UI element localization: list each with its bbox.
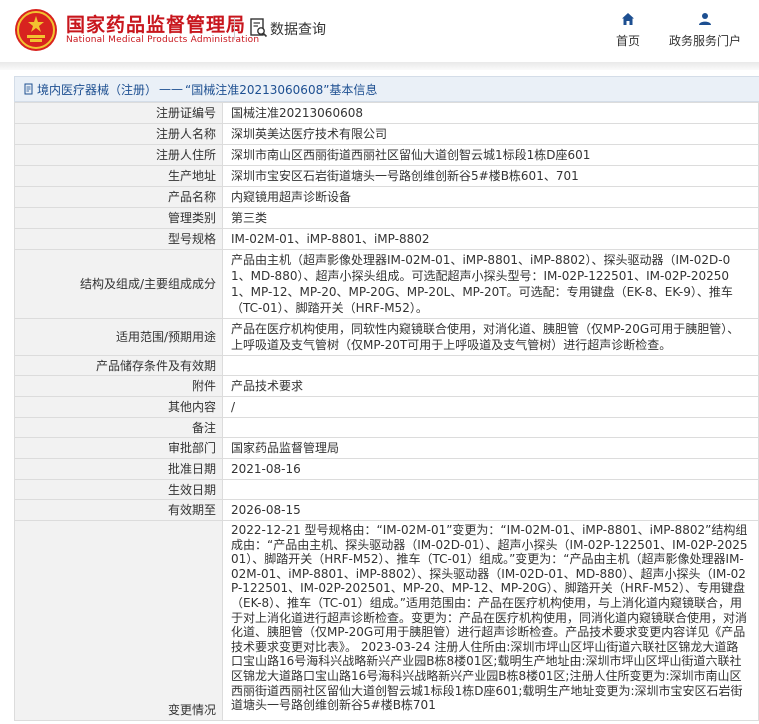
site-header: 国家药品监督管理局 National Medical Products Admi… <box>0 0 759 62</box>
header-divider <box>234 18 235 40</box>
field-label: 管理类别 <box>14 207 223 229</box>
breadcrumb-title: “国械注准20213060608”基本信息 <box>185 82 378 97</box>
table-row: 注册证编号 国械注准20213060608 <box>14 102 759 124</box>
document-icon <box>24 83 33 95</box>
field-label: 备注 <box>14 417 223 438</box>
field-label: 注册人名称 <box>14 123 223 145</box>
table-row: 结构及组成/主要组成成分 产品由主机（超声影像处理器IM-02M-01、iMP-8… <box>14 249 759 319</box>
breadcrumb-separator: —— <box>159 82 184 96</box>
table-row: 有效期至 2026-08-15 <box>14 499 759 521</box>
user-icon <box>699 13 711 25</box>
home-icon <box>622 13 634 25</box>
field-label: 生效日期 <box>14 479 223 500</box>
field-value: 2022-12-21 型号规格由：“IM-02M-01”变更为：“IM-02M-… <box>222 520 759 721</box>
field-label: 产品名称 <box>14 186 223 208</box>
table-row: 生效日期 <box>14 479 759 500</box>
site-title: 国家药品监督管理局 <box>66 14 247 36</box>
field-value: 产品在医疗机构使用，同软性内窥镜联合使用，对消化道、胰胆管（仅MP-20G可用于… <box>222 318 759 356</box>
table-row: 产品储存条件及有效期 <box>14 355 759 376</box>
nav-service-portal[interactable]: 政务服务门户 <box>660 12 750 49</box>
field-value: 深圳市宝安区石岩街道塘头一号路创维创新谷5#楼B栋601、701 <box>222 165 759 187</box>
field-label: 型号规格 <box>14 228 223 250</box>
field-label: 产品储存条件及有效期 <box>14 355 223 376</box>
field-value <box>222 417 759 438</box>
field-label: 变更情况 <box>14 520 223 721</box>
nav-portal-label: 政务服务门户 <box>668 34 741 48</box>
field-value: IM-02M-01、iMP-8801、iMP-8802 <box>222 228 759 250</box>
field-label: 注册人住所 <box>14 144 223 166</box>
national-emblem-icon[interactable] <box>14 8 58 52</box>
data-search-link[interactable]: 数据查询 <box>270 19 326 39</box>
table-row: 其他内容 / <box>14 396 759 418</box>
field-label: 生产地址 <box>14 165 223 187</box>
field-value: 产品技术要求 <box>222 375 759 397</box>
field-value <box>222 355 759 376</box>
field-label: 附件 <box>14 375 223 397</box>
nav-home[interactable]: 首页 <box>610 12 646 49</box>
site-subtitle: National Medical Products Administration <box>66 35 260 45</box>
field-value: 2021-08-16 <box>222 458 759 480</box>
table-row: 批准日期 2021-08-16 <box>14 458 759 480</box>
table-row: 注册人名称 深圳英美达医疗技术有限公司 <box>14 123 759 145</box>
field-label: 注册证编号 <box>14 102 223 124</box>
header-shadow <box>0 62 759 70</box>
field-value <box>222 479 759 500</box>
field-value: 产品由主机（超声影像处理器IM-02M-01、iMP-8801、iMP-8802… <box>222 249 759 319</box>
field-value: 深圳市南山区西丽街道西丽社区留仙大道创智云城1标段1栋D座601 <box>222 144 759 166</box>
table-row: 管理类别 第三类 <box>14 207 759 229</box>
breadcrumb: 境内医疗器械（注册） —— “国械注准20213060608”基本信息 <box>14 76 759 102</box>
table-row: 备注 <box>14 417 759 438</box>
table-row: 附件 产品技术要求 <box>14 375 759 397</box>
field-value: 深圳英美达医疗技术有限公司 <box>222 123 759 145</box>
detail-table: 注册证编号 国械注准20213060608 注册人名称 深圳英美达医疗技术有限公司 … <box>14 102 759 721</box>
table-row: 适用范围/预期用途 产品在医疗机构使用，同软性内窥镜联合使用，对消化道、胰胆管（仅… <box>14 318 759 356</box>
field-value: 2026-08-15 <box>222 499 759 521</box>
table-row: 注册人住所 深圳市南山区西丽街道西丽社区留仙大道创智云城1标段1栋D座601 <box>14 144 759 166</box>
table-row: 型号规格 IM-02M-01、iMP-8801、iMP-8802 <box>14 228 759 250</box>
field-label: 其他内容 <box>14 396 223 418</box>
field-label: 批准日期 <box>14 458 223 480</box>
field-label: 审批部门 <box>14 437 223 459</box>
breadcrumb-category[interactable]: 境内医疗器械（注册） <box>37 81 157 98</box>
field-value: 国家药品监督管理局 <box>222 437 759 459</box>
table-row: 变更情况 2022-12-21 型号规格由：“IM-02M-01”变更为：“IM-… <box>14 520 759 721</box>
field-label: 结构及组成/主要组成成分 <box>14 249 223 319</box>
field-label: 适用范围/预期用途 <box>14 318 223 356</box>
field-value: 第三类 <box>222 207 759 229</box>
table-row: 生产地址 深圳市宝安区石岩街道塘头一号路创维创新谷5#楼B栋601、701 <box>14 165 759 187</box>
table-row: 产品名称 内窥镜用超声诊断设备 <box>14 186 759 208</box>
field-value: 国械注准20213060608 <box>222 102 759 124</box>
data-search-icon <box>250 18 268 38</box>
field-value: 内窥镜用超声诊断设备 <box>222 186 759 208</box>
field-label: 有效期至 <box>14 499 223 521</box>
nav-home-label: 首页 <box>615 34 640 48</box>
field-value: / <box>222 396 759 418</box>
table-row: 审批部门 国家药品监督管理局 <box>14 437 759 459</box>
